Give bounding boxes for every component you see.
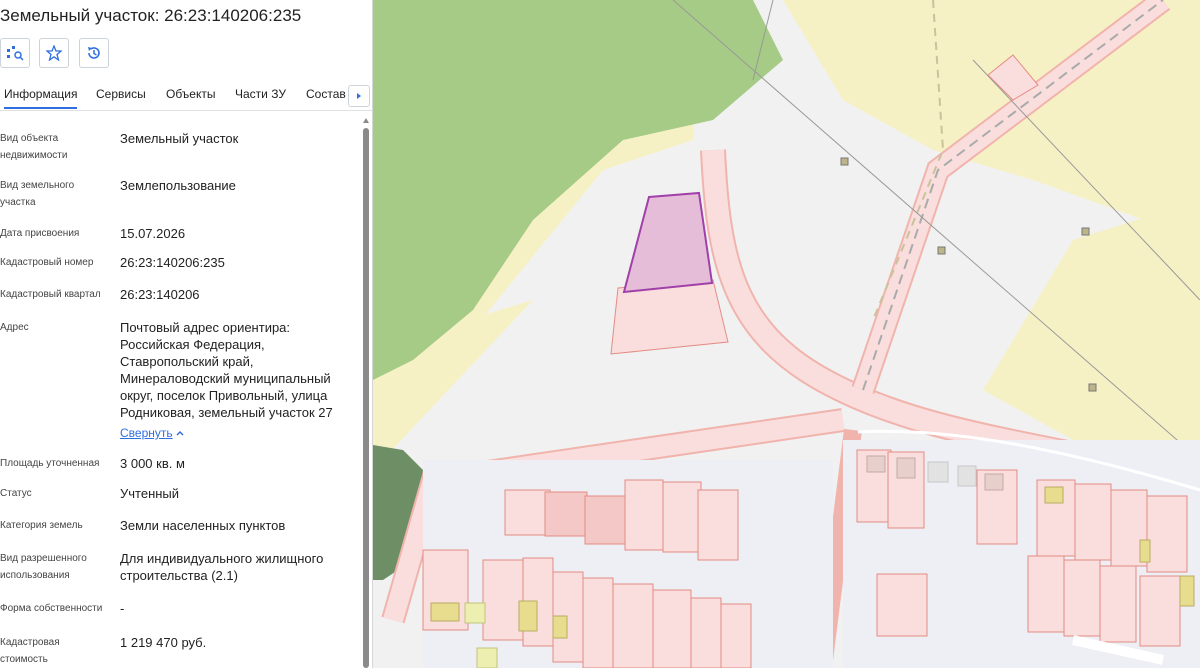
field-value-object-type: Земельный участок — [120, 131, 239, 146]
building — [984, 473, 1004, 491]
favorite-button[interactable] — [39, 38, 69, 68]
info-panel: Земельный участок: 26:23:140206:235 Инфо… — [0, 0, 373, 668]
parcel[interactable] — [582, 577, 614, 668]
tabs-scroll-right-button[interactable] — [348, 85, 370, 107]
chevron-right-icon — [357, 93, 361, 99]
parcel[interactable] — [1139, 575, 1181, 647]
field-label-land-category: Категория земель — [0, 520, 83, 531]
field-label-object-type: Вид объекта недвижимости — [0, 133, 68, 161]
parcel[interactable] — [697, 489, 739, 561]
building — [927, 461, 949, 483]
parcel[interactable] — [1027, 555, 1065, 633]
field-value-cadastral-number: 26:23:140206:235 — [120, 255, 225, 270]
chevron-up-icon[interactable] — [174, 427, 186, 439]
parcel[interactable] — [612, 583, 654, 668]
building — [957, 465, 977, 487]
field-value-land-category: Земли населенных пунктов — [120, 518, 286, 533]
parcel[interactable] — [720, 603, 752, 668]
building — [866, 455, 886, 473]
field-value-status: Учтенный — [120, 486, 180, 501]
parcel[interactable] — [652, 589, 692, 668]
scroll-up-icon[interactable] — [362, 117, 370, 125]
tab-composition[interactable]: Состав — [306, 87, 346, 101]
tab-services[interactable]: Сервисы — [96, 87, 146, 101]
parcel[interactable] — [662, 481, 702, 553]
field-label-status: Статус — [0, 488, 32, 499]
tab-bar: Информация Сервисы Объекты Части ЗУ Сост… — [0, 82, 372, 111]
field-value-permitted-use: Для индивидуального жилищного строительс… — [120, 551, 324, 583]
parcel[interactable] — [624, 479, 664, 551]
parcel[interactable] — [482, 559, 524, 641]
history-icon — [88, 47, 100, 59]
tab-parts[interactable]: Части ЗУ — [235, 87, 286, 101]
building — [896, 457, 916, 479]
parcel[interactable] — [504, 489, 551, 536]
collapse-link[interactable]: Свернуть — [120, 426, 173, 440]
field-label-date: Дата присвоения — [0, 228, 80, 239]
tab-info[interactable]: Информация — [4, 87, 78, 109]
field-value-cadastral-value: 1 219 470 руб. — [120, 635, 207, 650]
field-value-date: 15.07.2026 — [120, 226, 186, 241]
tab-objects[interactable]: Объекты — [166, 87, 216, 101]
field-value-cadastral-quarter: 26:23:140206 — [120, 287, 200, 302]
building — [518, 600, 538, 632]
building — [464, 602, 486, 624]
field-value-land-type: Землепользование — [120, 178, 236, 193]
parcel[interactable] — [1146, 495, 1188, 573]
building — [1179, 575, 1195, 607]
building — [1139, 539, 1151, 563]
parcel[interactable] — [1074, 483, 1112, 561]
parcel[interactable] — [1063, 559, 1101, 637]
power-pole-icon — [840, 157, 849, 166]
field-label-cadastral-value: Кадастровая стоимость — [0, 637, 60, 665]
power-pole-icon — [1081, 227, 1090, 236]
scrollbar-thumb[interactable] — [363, 128, 369, 668]
field-label-cadastral-number: Кадастровый номер — [0, 257, 94, 268]
power-pole-icon — [1088, 383, 1097, 392]
field-value-area: 3 000 кв. м — [120, 456, 185, 471]
field-label-land-type: Вид земельного участка — [0, 180, 75, 208]
building — [1044, 486, 1064, 504]
building — [552, 615, 568, 639]
field-label-address: Адрес — [0, 322, 29, 333]
parcel[interactable] — [584, 495, 628, 545]
power-pole-icon — [937, 246, 946, 255]
map-view[interactable] — [373, 0, 1200, 668]
field-label-area: Площадь уточненная — [0, 458, 100, 469]
field-label-cadastral-quarter: Кадастровый квартал — [0, 289, 101, 300]
parcel-search-icon — [7, 46, 24, 61]
page-title: Земельный участок: 26:23:140206:235 — [0, 6, 302, 25]
field-label-ownership: Форма собственности — [0, 603, 103, 614]
parcel[interactable] — [690, 597, 722, 668]
building — [476, 647, 498, 668]
building — [430, 602, 460, 622]
history-button[interactable] — [79, 38, 109, 68]
field-value-ownership: - — [120, 601, 125, 616]
parcel-search-button[interactable] — [0, 38, 30, 68]
field-value-address: Почтовый адрес ориентира: Российская Фед… — [120, 320, 333, 420]
parcel[interactable] — [876, 573, 928, 637]
parcel[interactable] — [1099, 565, 1137, 643]
field-label-permitted-use: Вид разрешенного использования — [0, 553, 87, 581]
star-icon — [46, 45, 62, 61]
parcel[interactable] — [544, 491, 588, 537]
